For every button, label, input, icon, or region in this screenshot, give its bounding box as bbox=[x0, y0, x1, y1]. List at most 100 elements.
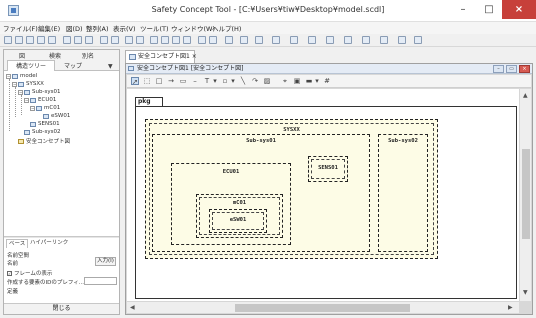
collapse-icon[interactable]: − bbox=[6, 73, 11, 79]
tab-close-icon[interactable]: × bbox=[192, 53, 197, 60]
align-left-icon[interactable] bbox=[240, 36, 248, 44]
tree-item-sysxx[interactable]: − SYSXX bbox=[12, 81, 44, 89]
tab-alias[interactable]: 別名 bbox=[73, 51, 103, 60]
undo-icon[interactable] bbox=[125, 36, 133, 44]
line-style-icon[interactable] bbox=[344, 36, 352, 44]
show-frame-checkbox[interactable]: ✓ bbox=[7, 271, 12, 276]
paste-icon[interactable] bbox=[85, 36, 93, 44]
settings-icon[interactable] bbox=[398, 36, 406, 44]
layout-icon[interactable] bbox=[380, 36, 388, 44]
close-panel-button[interactable]: 閉じる bbox=[4, 303, 119, 314]
cut-icon[interactable] bbox=[63, 36, 71, 44]
duplicate-icon[interactable] bbox=[111, 36, 119, 44]
pin-icon[interactable]: ⌖ bbox=[281, 77, 289, 85]
menu-view[interactable]: 表示(V) bbox=[113, 23, 136, 33]
back-icon[interactable] bbox=[198, 36, 206, 44]
tree-item-subsys02[interactable]: Sub-sys02 bbox=[24, 129, 60, 137]
zoom-out-icon[interactable] bbox=[161, 36, 169, 44]
tab-diagram[interactable]: 図 bbox=[7, 51, 37, 60]
menu-file[interactable]: ファイル(F) bbox=[3, 23, 38, 33]
tree-item-subsys01[interactable]: − Sub-sys01 bbox=[18, 89, 60, 97]
tree-item-sens01[interactable]: SENS01 bbox=[30, 121, 60, 129]
tab-structure-tree[interactable]: 構造ツリー bbox=[7, 60, 55, 71]
pointer-icon[interactable]: ➚ bbox=[131, 77, 139, 86]
menu-tools[interactable]: ツール(T) bbox=[140, 23, 169, 33]
minimize-button[interactable]: – bbox=[450, 0, 476, 19]
polyline-icon[interactable]: ╲ bbox=[239, 77, 247, 85]
collapse-icon[interactable]: − bbox=[30, 105, 35, 111]
menu-edit[interactable]: 編集(E) bbox=[38, 23, 60, 33]
dropdown-icon[interactable]: ▾ bbox=[211, 77, 219, 85]
scroll-down-icon[interactable]: ▼ bbox=[523, 289, 528, 296]
collapse-icon[interactable]: − bbox=[12, 81, 17, 87]
block-ecu01[interactable]: ECU01 mC01 eSW01 bbox=[171, 163, 291, 245]
image-icon[interactable]: ▨ bbox=[263, 77, 271, 85]
id-prefix-field[interactable] bbox=[84, 277, 117, 285]
block-tool-icon[interactable]: □ bbox=[155, 77, 163, 85]
maximize-button[interactable]: □ bbox=[476, 0, 502, 19]
collapse-icon[interactable]: − bbox=[18, 89, 23, 95]
vertical-scrollbar[interactable]: ▲ ▼ bbox=[519, 89, 531, 301]
port-icon[interactable]: ▣ bbox=[293, 77, 301, 85]
align-top-icon[interactable] bbox=[255, 36, 263, 44]
mdi-minimize-button[interactable]: – bbox=[493, 65, 504, 73]
curve-icon[interactable]: ↷ bbox=[251, 77, 259, 85]
block-sens01[interactable]: SENS01 bbox=[308, 156, 348, 182]
copy-icon[interactable] bbox=[74, 36, 82, 44]
text-icon[interactable]: T bbox=[203, 77, 211, 85]
menu-diagram[interactable]: 図(D) bbox=[66, 23, 83, 33]
show-frame-option[interactable]: ✓ フレームの表示 bbox=[7, 269, 52, 277]
collapse-icon[interactable]: − bbox=[24, 97, 29, 103]
save-icon[interactable] bbox=[26, 36, 34, 44]
grid-icon[interactable]: # bbox=[323, 77, 331, 85]
tab-base[interactable]: ベース bbox=[6, 239, 29, 248]
fill-icon[interactable]: ▬ bbox=[305, 77, 313, 85]
block-subsys02[interactable]: Sub-sys02 bbox=[378, 134, 428, 252]
block-sysxx[interactable]: SYSXX Sub-sys01 ECU01 mC01 eSW01 SENS01 … bbox=[145, 119, 438, 259]
print-preview-icon[interactable] bbox=[48, 36, 56, 44]
scroll-left-icon[interactable]: ◀ bbox=[130, 304, 135, 311]
mdi-restore-button[interactable]: ▭ bbox=[506, 65, 517, 73]
input-button[interactable]: 入力(I) bbox=[95, 257, 116, 266]
frame-icon[interactable]: ▭ bbox=[179, 77, 187, 85]
tab-safety-concept-diagram-1[interactable]: 安全コンセプト図1 × bbox=[125, 50, 197, 63]
text-style-icon[interactable] bbox=[326, 36, 334, 44]
arrow-icon[interactable]: → bbox=[167, 77, 175, 85]
scroll-up-icon[interactable]: ▲ bbox=[523, 92, 528, 99]
block-esw01[interactable]: eSW01 bbox=[209, 209, 267, 233]
panel-splitter[interactable] bbox=[4, 236, 119, 238]
menu-window[interactable]: ウィンドウ(W) bbox=[171, 23, 215, 33]
zoom-fit-icon[interactable] bbox=[172, 36, 180, 44]
font-color-icon[interactable] bbox=[308, 36, 316, 44]
menu-align[interactable]: 整列(A) bbox=[86, 23, 109, 33]
close-button[interactable]: × bbox=[502, 0, 536, 19]
block-mc01[interactable]: mC01 eSW01 bbox=[196, 194, 283, 238]
dropdown-icon[interactable]: ▾ bbox=[313, 77, 321, 85]
dropdown-icon[interactable]: ▾ bbox=[229, 77, 237, 85]
open-file-icon[interactable] bbox=[15, 36, 23, 44]
block-subsys01[interactable]: Sub-sys01 ECU01 mC01 eSW01 SENS01 bbox=[152, 134, 370, 252]
fill-color-icon[interactable] bbox=[290, 36, 298, 44]
grid-toggle-icon[interactable] bbox=[225, 36, 233, 44]
redo-icon[interactable] bbox=[136, 36, 144, 44]
menu-help[interactable]: ヘルプ(H) bbox=[212, 23, 241, 33]
zoom-in-icon[interactable] bbox=[150, 36, 158, 44]
tree-item-mc01[interactable]: − mC01 bbox=[30, 105, 60, 113]
arrange-icon[interactable] bbox=[362, 36, 370, 44]
print-icon[interactable] bbox=[37, 36, 45, 44]
tab-hyperlink[interactable]: ハイパーリンク bbox=[28, 239, 70, 248]
forward-icon[interactable] bbox=[209, 36, 217, 44]
tree-item-model[interactable]: − model bbox=[6, 73, 37, 81]
delete-icon[interactable] bbox=[100, 36, 108, 44]
tree-item-ecu01[interactable]: − ECU01 bbox=[24, 97, 56, 105]
tab-search[interactable]: 検索 bbox=[40, 51, 70, 60]
zoom-select-icon[interactable] bbox=[183, 36, 191, 44]
line-icon[interactable]: – bbox=[191, 77, 199, 85]
tab-map[interactable]: マップ bbox=[58, 61, 88, 70]
vertical-scroll-thumb[interactable] bbox=[522, 149, 530, 239]
new-file-icon[interactable] bbox=[4, 36, 12, 44]
mdi-close-button[interactable]: × bbox=[519, 65, 530, 73]
scroll-right-icon[interactable]: ▶ bbox=[508, 304, 513, 311]
check-icon[interactable] bbox=[414, 36, 422, 44]
horizontal-scroll-thumb[interactable] bbox=[235, 304, 410, 312]
